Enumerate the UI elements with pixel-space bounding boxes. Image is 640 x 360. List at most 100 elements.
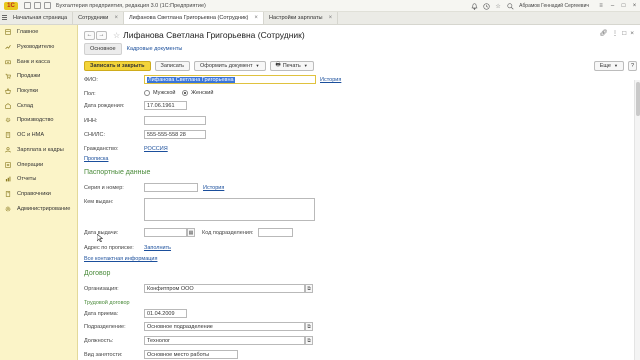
header-actions: 🔗︎ ⋮ □ ×: [600, 29, 635, 38]
tab-employee-card[interactable]: Лифанова Светлана Григорьевна (Сотрудник…: [123, 12, 264, 24]
all-contacts-link[interactable]: Все контактная информация: [84, 256, 157, 262]
notification-icon[interactable]: [470, 2, 479, 11]
radio-circle: [144, 90, 150, 96]
birth-date-field[interactable]: 17.06.1961: [144, 101, 187, 110]
star-icon[interactable]: ☆: [494, 2, 503, 11]
history-clock-icon[interactable]: [482, 2, 491, 11]
forward-button[interactable]: →: [96, 30, 107, 40]
sidebar-item-production[interactable]: Производство: [0, 113, 77, 128]
main-content: ← → ☆ Лифанова Светлана Григорьевна (Сот…: [78, 25, 640, 360]
user-name[interactable]: Абрамов Геннадий Сергеевич: [519, 3, 589, 9]
propiska-link[interactable]: Прописка: [84, 156, 108, 162]
window-menu-icon[interactable]: [23, 2, 31, 9]
dept-code-field[interactable]: [258, 228, 293, 237]
open-link-icon[interactable]: ⧉: [305, 284, 313, 293]
tab-employees[interactable]: Сотрудники ×: [73, 12, 124, 24]
sidebar-item-label: Продажи: [17, 73, 41, 80]
fio-field[interactable]: Лифанова Светлана Григорьевна: [144, 75, 316, 84]
tab-salary-settings[interactable]: Настройки зарплаты ×: [263, 12, 339, 24]
issue-date-field[interactable]: [144, 228, 187, 237]
organization-field[interactable]: Конфитпром ООО: [144, 284, 305, 293]
open-link-icon[interactable]: ⧉: [305, 336, 313, 345]
sidebar-item-purchases[interactable]: Покупки: [0, 84, 77, 99]
expand-icon[interactable]: □: [622, 30, 626, 37]
snils-label: СНИЛС:: [84, 132, 106, 138]
citizenship-link[interactable]: РОССИЯ: [144, 146, 168, 152]
close-icon[interactable]: ×: [114, 15, 118, 21]
favorites-icon[interactable]: [43, 2, 51, 9]
help-button[interactable]: ?: [627, 60, 637, 71]
link-icon[interactable]: 🔗︎: [600, 29, 608, 37]
sidebar-item-assets[interactable]: ОС и НМА: [0, 128, 77, 143]
sidebar-item-warehouse[interactable]: Склад: [0, 98, 77, 113]
cart-icon: [5, 73, 11, 80]
gender-female-radio[interactable]: Женский: [182, 90, 213, 96]
tab-home[interactable]: Начальная страница: [8, 12, 74, 24]
tab-label: Начальная страница: [13, 15, 68, 21]
print-button[interactable]: 🖶︎ Печать ▼: [269, 60, 314, 71]
position-field[interactable]: Технолог: [144, 336, 305, 345]
sidebar-item-bank[interactable]: Банк и касса: [0, 54, 77, 69]
sidebar-item-directories[interactable]: Справочники: [0, 187, 77, 202]
open-link-icon[interactable]: ⧉: [305, 322, 313, 331]
close-window-button[interactable]: ×: [629, 0, 640, 12]
gender-male-radio[interactable]: Мужской: [144, 90, 175, 96]
issued-by-field[interactable]: [144, 198, 315, 221]
inn-field[interactable]: [144, 116, 206, 125]
address-fill-link[interactable]: Заполнить: [144, 245, 171, 251]
operations-icon: [5, 161, 11, 168]
more-button[interactable]: Еще ▼: [593, 60, 624, 71]
sidebar-item-operations[interactable]: Операции: [0, 157, 77, 172]
sidebar-item-admin[interactable]: Администрирование: [0, 201, 77, 216]
maximize-button[interactable]: □: [618, 0, 629, 12]
passport-history-link[interactable]: История: [203, 185, 224, 191]
search-icon[interactable]: [506, 2, 515, 11]
logo-text: 1С: [4, 1, 18, 10]
passport-section-title: Паспортные данные: [84, 169, 151, 176]
minimize-button[interactable]: –: [607, 0, 618, 12]
favorite-star-icon[interactable]: ☆: [113, 31, 120, 40]
subdivision-field[interactable]: Основное подразделение: [144, 322, 305, 331]
tab-main[interactable]: Основное: [84, 43, 122, 55]
hire-date-field[interactable]: 01.04.2009: [144, 309, 187, 318]
window-title: Бухгалтерия предприятия, редакция 3.0 (1…: [56, 2, 206, 9]
sidebar-item-label: Производство: [17, 117, 54, 124]
warehouse-icon: [5, 103, 11, 109]
scrollbar-thumb[interactable]: [636, 82, 640, 116]
labor-contract-title: Трудовой договор: [84, 300, 130, 306]
home-icon: [5, 29, 11, 36]
fio-history-link[interactable]: История: [320, 77, 341, 83]
hamburger-menu-icon[interactable]: [0, 11, 8, 24]
subdivision-value: Основное подразделение: [147, 323, 213, 330]
building-icon: [5, 132, 11, 138]
back-button[interactable]: ←: [84, 30, 95, 40]
sidebar-item-director[interactable]: Руководителю: [0, 40, 77, 55]
issued-by-label: Кем выдан:: [84, 199, 114, 205]
title-bar: 1С Бухгалтерия предприятия, редакция 3.0…: [0, 0, 640, 12]
hire-date-label: Дата приема:: [84, 311, 119, 317]
sidebar-item-reports[interactable]: Отчеты: [0, 172, 77, 187]
close-icon[interactable]: ×: [254, 15, 258, 21]
save-button[interactable]: Записать: [154, 60, 191, 71]
series-field[interactable]: [144, 183, 198, 192]
tab-hr-documents[interactable]: Кадровые документы: [122, 44, 188, 54]
tab-label: Настройки зарплаты: [268, 15, 323, 21]
close-icon[interactable]: ×: [329, 15, 333, 21]
save-and-close-button[interactable]: Записать и закрыть: [84, 60, 151, 71]
more-options-icon[interactable]: ⋮: [612, 29, 619, 37]
calendar-icon[interactable]: ▦: [187, 228, 195, 237]
close-icon[interactable]: ×: [630, 30, 634, 37]
create-document-button[interactable]: Оформить документ ▼: [194, 60, 266, 71]
sidebar-item-sales[interactable]: Продажи: [0, 69, 77, 84]
sidebar-item-hr[interactable]: Зарплата и кадры: [0, 143, 77, 158]
snils-field[interactable]: 555-555-558 28: [144, 130, 206, 139]
sidebar-item-label: Операции: [17, 161, 44, 168]
radio-label: Женский: [191, 90, 214, 96]
work-type-field[interactable]: Основное место работы: [144, 350, 238, 359]
sidebar-item-main[interactable]: Главное: [0, 25, 77, 40]
history-icon[interactable]: [33, 2, 41, 9]
sidebar-item-label: Главное: [17, 29, 39, 36]
menu-dots-icon[interactable]: ≡: [597, 2, 606, 11]
vertical-scrollbar[interactable]: [634, 80, 640, 360]
button-label: Еще: [599, 62, 611, 69]
